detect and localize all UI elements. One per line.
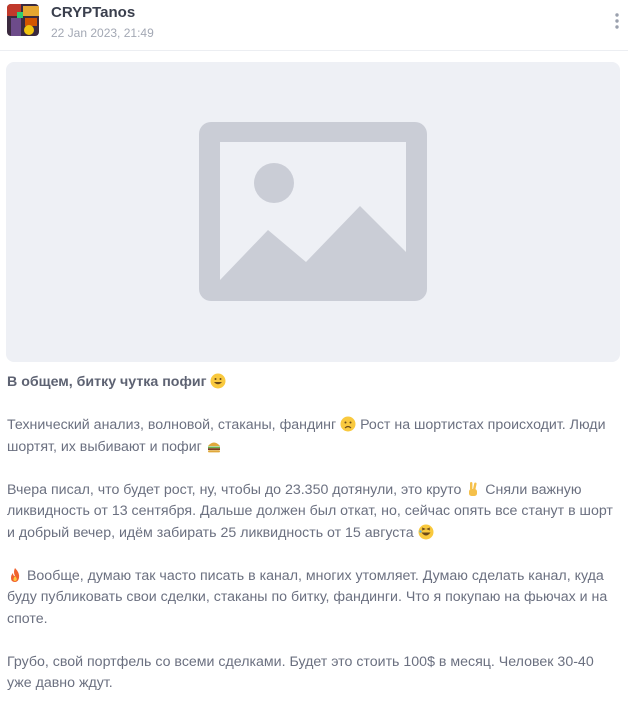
post-media[interactable]: [6, 62, 620, 362]
paragraph-text: Грубо, свой портфель со всеми сделками. …: [7, 653, 594, 692]
fire-icon: [11, 567, 20, 582]
paragraph-text: Вчера писал, что будет рост, ну, чтобы д…: [7, 481, 462, 498]
image-placeholder-icon: [199, 122, 427, 301]
paragraph-2: Вчера писал, что будет рост, ну, чтобы д…: [7, 480, 619, 545]
channel-name[interactable]: CRYPTanos: [51, 4, 135, 21]
post-headline: В общем, битку чутка пофиг: [7, 372, 619, 394]
victory-hand-icon: [469, 481, 478, 496]
headline-text: В общем, битку чутка пофиг: [7, 374, 207, 390]
paragraph-4: Грубо, свой портфель со всеми сделками. …: [7, 652, 619, 695]
paragraph-1: Технический анализ, волновой, стаканы, ф…: [7, 415, 619, 458]
grinning-face-icon: [210, 373, 226, 389]
laughing-face-icon: [418, 524, 434, 539]
post-header: CRYPTanos 22 Jan 2023, 21:49: [0, 0, 628, 51]
post-date: 22 Jan 2023, 21:49: [51, 26, 154, 40]
paragraph-3: Вообще, думаю так часто писать в канал, …: [7, 566, 619, 631]
paragraph-text: Вообще, думаю так часто писать в канал, …: [7, 567, 608, 627]
post-text: В общем, битку чутка пофиг Технический а…: [7, 372, 619, 716]
frowning-face-icon: [340, 416, 356, 432]
channel-avatar[interactable]: [7, 4, 39, 36]
more-options-icon[interactable]: [610, 10, 624, 32]
paragraph-text: Технический анализ, волновой, стаканы, ф…: [7, 417, 337, 433]
burger-icon: [207, 442, 220, 452]
